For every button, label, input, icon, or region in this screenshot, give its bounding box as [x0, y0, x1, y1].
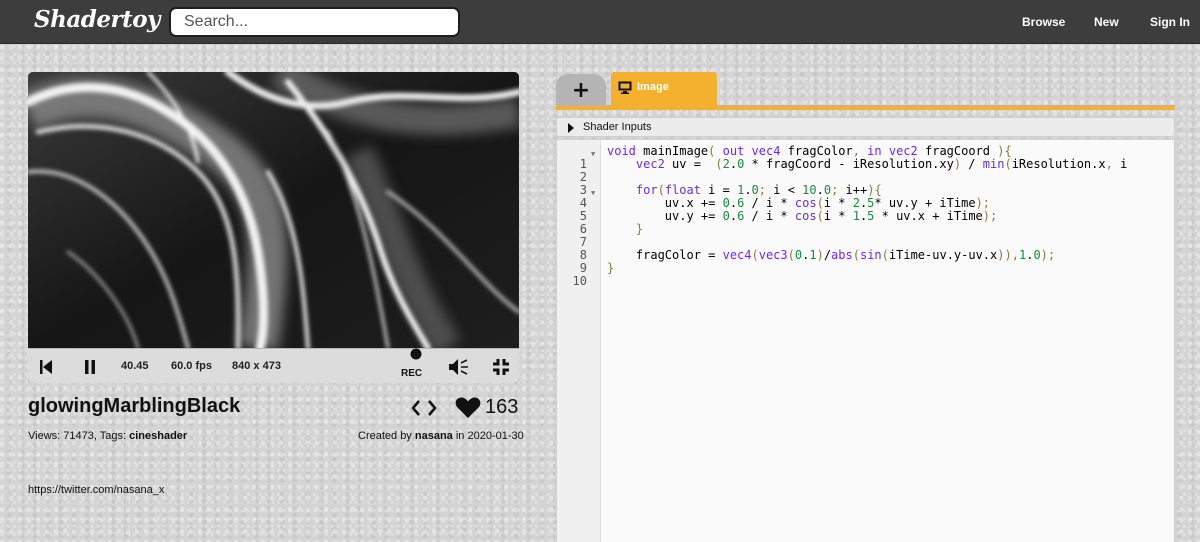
site-logo[interactable]: Shadertoy: [34, 6, 160, 33]
tab-accent-strip: [556, 105, 1175, 110]
tab-image[interactable]: Image: [611, 72, 717, 106]
record-icon[interactable]: [406, 342, 426, 366]
line-number: 10: [572, 274, 587, 288]
code-line-text: }: [607, 261, 615, 275]
code-line-text: }: [635, 222, 644, 236]
code-line: 9 fragColor = vec4(vec3(0.1)/abs(sin(iTi…: [557, 248, 1174, 275]
code-area[interactable]: 1 ▼ void mainImage( out vec4 fragColor, i…: [556, 140, 1175, 542]
search-input[interactable]: [169, 7, 460, 37]
code-line-text: uv.y += 0.6 / i * cos(i * 1.5 * uv.x + i…: [607, 209, 998, 223]
code-icon[interactable]: [410, 397, 438, 419]
code-line-text: vec2 uv = (2.0 * fragCoord - iResolution…: [635, 157, 1128, 171]
shader-inputs-label: Shader Inputs: [583, 121, 652, 133]
created-by-label: Created by: [358, 430, 412, 442]
pause-icon[interactable]: [78, 349, 102, 383]
nav-browse-link[interactable]: Browse: [1022, 15, 1065, 29]
fullscreen-icon[interactable]: [488, 349, 514, 383]
rewind-icon[interactable]: [34, 349, 58, 383]
tag-link[interactable]: cineshader: [129, 430, 187, 442]
fps-readout: 60.0 fps: [171, 360, 212, 372]
shader-title: glowingMarblingBlack: [28, 395, 241, 417]
shader-author-info: Created by nasana in 2020-01-30: [358, 430, 524, 442]
shader-preview-canvas[interactable]: [28, 72, 519, 348]
code-editor-panel: + Image Shader Inputs 1 ▼ void mainImage(…: [556, 72, 1175, 542]
like-count: 163: [485, 396, 519, 418]
shader-player: 40.45 60.0 fps 840 x 473 REC: [28, 72, 519, 383]
monitor-icon: [618, 81, 632, 94]
resolution-readout: 840 x 473: [232, 360, 281, 372]
nav-signin-link[interactable]: Sign In: [1150, 15, 1190, 29]
views-tags-label: Views: 71473, Tags:: [28, 430, 127, 442]
code-line: 10 }: [557, 261, 1174, 288]
top-bar: Shadertoy Browse New Sign In: [0, 0, 1200, 44]
time-readout: 40.45: [121, 360, 149, 372]
tab-image-label: Image: [637, 81, 669, 93]
player-controls: 40.45 60.0 fps 840 x 473 REC: [28, 348, 519, 383]
shader-inputs-toggle[interactable]: Shader Inputs: [556, 117, 1175, 137]
expand-triangle-icon: [568, 123, 574, 133]
heart-icon[interactable]: [455, 396, 481, 419]
code-line: 2 vec2 uv = (2.0 * fragCoord - iResoluti…: [557, 157, 1174, 184]
code-line-text: fragColor = vec4(vec3(0.1)/abs(sin(iTime…: [607, 248, 1056, 262]
add-tab-button[interactable]: +: [556, 74, 606, 106]
created-date: in 2020-01-30: [455, 430, 524, 442]
code-line: 7 }: [557, 222, 1174, 249]
volume-icon[interactable]: [446, 349, 472, 383]
shader-stats: Views: 71473, Tags: cineshader: [28, 430, 187, 442]
author-link[interactable]: nasana: [415, 430, 453, 442]
record-label: REC: [401, 368, 423, 379]
code-line: 6 uv.y += 0.6 / i * cos(i * 1.5 * uv.x +…: [557, 209, 1174, 236]
nav-new-link[interactable]: New: [1094, 15, 1119, 29]
description-link[interactable]: https://twitter.com/nasana_x: [28, 484, 164, 496]
